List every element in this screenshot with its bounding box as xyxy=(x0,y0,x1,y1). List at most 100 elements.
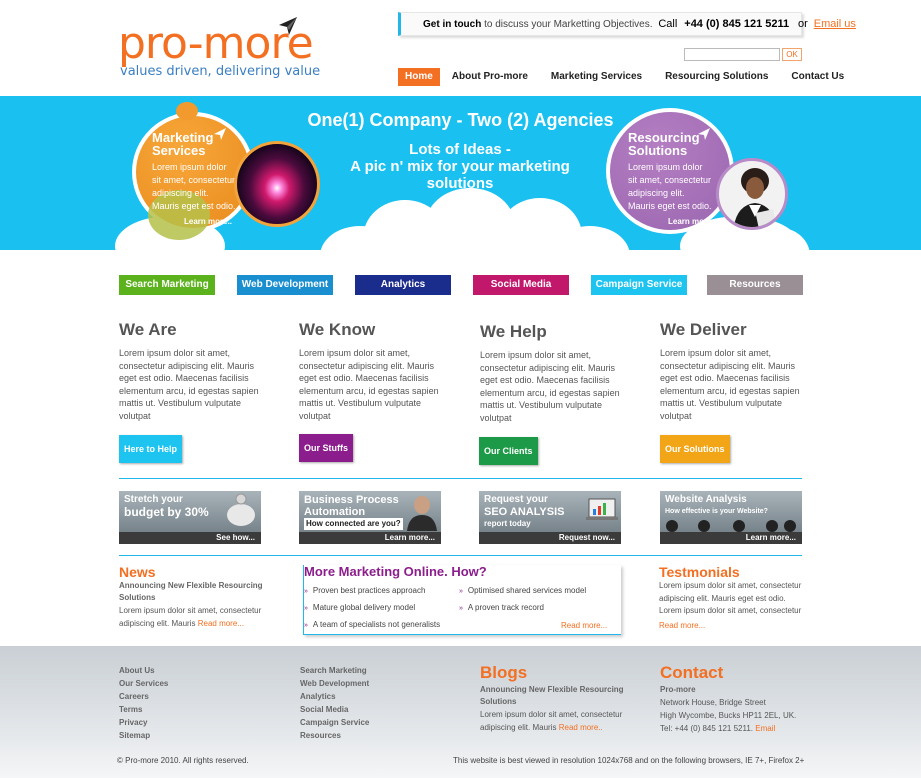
nav-home[interactable]: Home xyxy=(398,68,440,86)
hero-subtitle-line: Lots of Ideas - xyxy=(409,141,511,158)
promo-line: Website Analysis xyxy=(665,494,747,505)
promo-seo-analysis[interactable]: Request your SEO ANALYSIS report today R… xyxy=(479,491,621,544)
nav-marketing-services[interactable]: Marketing Services xyxy=(551,68,642,86)
nav-about[interactable]: About Pro-more xyxy=(452,68,528,86)
piggy-bank-icon xyxy=(227,493,255,526)
promo-title: Request your SEO ANALYSIS report today xyxy=(484,494,565,530)
promo-line: How connected are you? xyxy=(304,518,403,530)
main-nav: Home About Pro-more Marketing Services R… xyxy=(398,68,844,86)
bullet-text: Mature global delivery model xyxy=(312,603,416,612)
footer-links-company: About Us Our Services Careers Terms Priv… xyxy=(119,664,168,742)
bullet-text: A proven track record xyxy=(467,603,544,612)
footer-link-sitemap[interactable]: Sitemap xyxy=(119,729,168,742)
footer-link-terms[interactable]: Terms xyxy=(119,703,168,716)
promo-business-process[interactable]: Business Process Automation How connecte… xyxy=(299,491,441,544)
bubble-text: adipiscing elit. xyxy=(628,188,685,198)
request-now-link[interactable]: Request now... xyxy=(479,532,621,544)
email-us-link[interactable]: Email us xyxy=(814,18,856,30)
read-more-link[interactable]: Read more... xyxy=(198,619,244,628)
contact-address-2: High Wycombe, Bucks HP11 2EL, UK. xyxy=(660,711,797,720)
category-social-media[interactable]: Social Media xyxy=(473,275,569,295)
column-title: We Deliver xyxy=(660,320,747,339)
nav-contact-us[interactable]: Contact Us xyxy=(791,68,844,86)
copyright: © Pro-more 2010. All rights reserved. xyxy=(117,756,249,765)
bullet-item: » Proven best practices approach xyxy=(304,586,426,595)
search-input[interactable] xyxy=(684,48,780,61)
footer-link-careers[interactable]: Careers xyxy=(119,690,168,703)
column-text: Lorem ipsum dolor sit amet, consectetur … xyxy=(299,348,439,421)
right-bubble-content: Resourcing Solutions Lorem ipsum dolor s… xyxy=(628,131,728,226)
contact-company: Pro-more xyxy=(660,685,696,694)
column-text: Lorem ipsum dolor sit amet, consectetur … xyxy=(119,348,259,421)
see-how-link[interactable]: See how... xyxy=(119,532,261,544)
footer-link-social-media[interactable]: Social Media xyxy=(300,703,369,716)
read-more-link[interactable]: Read more.. xyxy=(559,723,603,732)
category-resources[interactable]: Resources xyxy=(707,275,803,295)
footer-link-campaign-service[interactable]: Campaign Service xyxy=(300,716,369,729)
category-search-marketing[interactable]: Search Marketing xyxy=(119,275,215,295)
learn-more-link[interactable]: Learn more... xyxy=(660,532,802,544)
hero-subtitle-line: solutions xyxy=(426,175,494,192)
bullet-item: » Mature global delivery model xyxy=(304,603,416,612)
bullet-text: Optimised shared services model xyxy=(467,586,587,595)
divider xyxy=(119,555,802,556)
category-analytics[interactable]: Analytics xyxy=(355,275,451,295)
column-title: We Help xyxy=(480,322,547,341)
footer-link-analytics[interactable]: Analytics xyxy=(300,690,369,703)
promo-website-analysis[interactable]: Website Analysis How effective is your W… xyxy=(660,491,802,544)
footer-links-services: Search Marketing Web Development Analyti… xyxy=(300,664,369,742)
our-clients-button[interactable]: Our Clients xyxy=(479,437,538,465)
category-campaign-service[interactable]: Campaign Service xyxy=(591,275,687,295)
contact-title: Contact xyxy=(660,663,724,682)
learn-more-link[interactable]: Learn more.. xyxy=(668,217,728,226)
promo-line: SEO ANALYSIS xyxy=(484,506,565,518)
learn-more-link[interactable]: Learn more.. xyxy=(184,217,252,226)
blog-headline[interactable]: Announcing New Flexible Resourcing Solut… xyxy=(480,684,630,708)
businesswoman-photo xyxy=(716,158,788,230)
call-label: Call xyxy=(658,18,678,30)
logo[interactable]: pro-more values driven, delivering value xyxy=(118,17,320,79)
bubble-text: Mauris eget est odio. xyxy=(628,201,712,211)
news-headline[interactable]: Announcing New Flexible Resourcing Solut… xyxy=(119,580,269,604)
promo-title: Stretch your budget by 30% xyxy=(124,494,209,518)
divider xyxy=(119,478,802,479)
promo-title: Business Process Automation How connecte… xyxy=(304,494,403,530)
hero-subtitle-line: A pic n' mix for your marketing xyxy=(350,158,570,175)
category-web-development[interactable]: Web Development xyxy=(237,275,333,295)
our-stuffs-button[interactable]: Our Stuffs xyxy=(299,434,353,462)
footer-link-privacy[interactable]: Privacy xyxy=(119,716,168,729)
read-more-link[interactable]: Read more... xyxy=(561,620,607,633)
paper-plane-icon xyxy=(698,128,710,140)
laptop-chart-icon xyxy=(586,498,618,520)
our-solutions-button[interactable]: Our Solutions xyxy=(660,435,730,463)
hero-title: One(1) Company - Two (2) Agencies xyxy=(307,110,614,130)
nav-resourcing-solutions[interactable]: Resourcing Solutions xyxy=(665,68,768,86)
contact-email-link[interactable]: Email xyxy=(755,724,775,733)
paper-plane-icon xyxy=(279,17,297,35)
footer-link-search-marketing[interactable]: Search Marketing xyxy=(300,664,369,677)
footer-link-about-us[interactable]: About Us xyxy=(119,664,168,677)
footer-link-resources[interactable]: Resources xyxy=(300,729,369,742)
news-title: News xyxy=(119,564,156,580)
contact-phone: Tel: +44 (0) 845 121 5211. xyxy=(660,724,754,733)
promo-line: Business Process xyxy=(304,494,399,506)
search-button[interactable]: OK xyxy=(782,48,802,61)
contact-address-1: Network House, Bridge Street xyxy=(660,698,766,707)
hero-subtitle: Lots of Ideas - A pic n' mix for your ma… xyxy=(300,141,620,192)
contact-strip: Get in touch to discuss your Marketting … xyxy=(398,12,856,36)
marketing-title: More Marketing Online. How? xyxy=(304,564,487,579)
read-more-link[interactable]: Read more... xyxy=(659,620,705,633)
promo-budget[interactable]: Stretch your budget by 30% See how... xyxy=(119,491,261,544)
contact-text: to discuss your Marketting Objectives. xyxy=(484,18,653,30)
footer-link-web-development[interactable]: Web Development xyxy=(300,677,369,690)
promo-title: Website Analysis How effective is your W… xyxy=(665,494,768,518)
footer-link-our-services[interactable]: Our Services xyxy=(119,677,168,690)
promo-line: budget by 30% xyxy=(124,505,209,519)
blogs-title: Blogs xyxy=(480,663,528,682)
testimonials-title: Testmonials xyxy=(659,564,740,580)
here-to-help-button[interactable]: Here to Help xyxy=(119,435,183,463)
column-text: Lorem ipsum dolor sit amet, consectetur … xyxy=(660,348,800,421)
learn-more-link[interactable]: Learn more... xyxy=(299,532,441,544)
browser-note: This website is best viewed in resolutio… xyxy=(453,756,805,765)
bullet-text: Proven best practices approach xyxy=(312,586,426,595)
